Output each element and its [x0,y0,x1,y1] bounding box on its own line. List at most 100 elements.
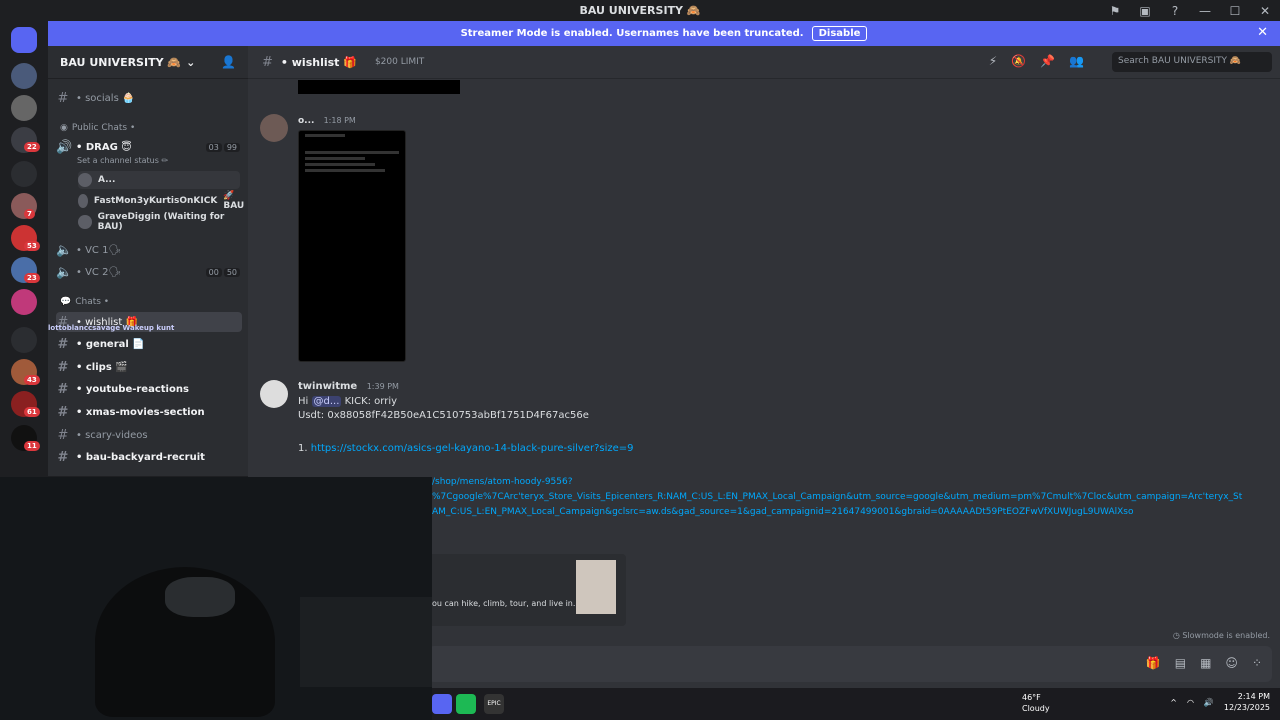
disable-button[interactable]: Disable [811,26,868,41]
minimize-button[interactable]: — [1190,4,1220,18]
channel-topic[interactable]: $200 LIMIT [375,57,424,67]
screen-icon[interactable]: ▣ [1130,4,1160,18]
search-input[interactable]: Search BAU UNIVERSITY 🙈 [1112,52,1272,72]
count: 50 [223,268,240,277]
close-button[interactable]: ✕ [1250,4,1280,18]
system-tray: ^ ◠ 🔊 2:14 PM 12/23/2025 [1170,691,1270,713]
channel-general[interactable]: # • general 📄 [56,334,242,354]
server-header[interactable]: BAU UNIVERSITY 🙈 ⌄ 👤 [48,46,248,79]
category-label: Chats • [75,297,110,307]
link[interactable]: AM_C:US_L:EN_PMAX_Local_Campaign&gclsrc=… [432,507,1134,517]
app-taskbar-icon[interactable] [456,694,476,714]
channel-bau-backyard[interactable]: # • bau-backyard-recruit [56,447,242,467]
sticker-icon[interactable]: ▦ [1200,656,1211,670]
weather-condition: Cloudy [1022,704,1050,713]
message-input[interactable]: 🎁 ▤ ▦ ☺ ⁘ [428,646,1272,682]
help-icon[interactable]: ? [1160,4,1190,18]
hash-icon: # [57,404,69,420]
header-icons: ⚡ 🔕 📌 👥 [989,54,1084,68]
avatar[interactable] [260,114,288,142]
server-icon[interactable] [11,63,37,89]
server-icon[interactable] [11,95,37,121]
link[interactable]: %7Cgoogle%7CArc'teryx_Store_Visits_Epice… [432,492,1242,502]
members-icon[interactable]: 👥 [1069,54,1084,68]
threads-icon[interactable]: ⚡ [989,54,997,68]
channel-label: • clips 🎬 [76,361,128,373]
hash-icon: # [57,427,69,443]
line [305,157,365,160]
emoji-icon[interactable]: ☺ [1225,656,1238,670]
discord-taskbar-icon[interactable] [432,694,452,714]
unread-badge: 22 [24,142,40,152]
speaker-icon: 🔈 [56,242,73,258]
category-chats[interactable]: 💬 Chats • [60,297,109,307]
channel-clips[interactable]: # • clips 🎬 [56,357,242,377]
channel-label: • bau-backyard-recruit [76,451,205,463]
count: 99 [223,143,240,152]
background-shape [300,597,432,687]
count: 00 [205,268,222,277]
wifi-icon[interactable]: ◠ [1187,698,1194,707]
unread-badge: 61 [24,407,40,417]
server-name: BAU UNIVERSITY 🙈 [60,55,182,69]
speaker-icon: 🔊 [56,139,73,155]
home-icon[interactable] [11,27,37,53]
voice-count: 00 50 [205,268,240,277]
message-line: 1. https://stockx.com/asics-gel-kayano-1… [298,443,634,454]
chevron-up-icon[interactable]: ^ [1170,698,1177,707]
typing-indicator: lottoblanccsavage Wakeup kunt [48,324,175,332]
mute-icon[interactable]: 🔕 [1011,54,1026,68]
channel-youtube-reactions[interactable]: # • youtube-reactions [56,379,242,399]
channel-scary-videos[interactable]: # • scary-videos [56,425,242,445]
avatar[interactable] [260,380,288,408]
channel-status[interactable]: Set a channel status ✏ [77,156,168,165]
gift-icon[interactable]: 🎁 [1146,656,1161,670]
line [305,169,385,172]
epic-games-icon[interactable]: EPIC [484,694,504,714]
unread-badge: 53 [24,241,40,251]
inbox-icon[interactable]: ⚑ [1100,4,1130,18]
hash-icon: # [262,54,273,70]
date: 12/23/2025 [1223,703,1270,712]
link[interactable]: https://stockx.com/asics-gel-kayano-14-b… [311,443,634,454]
weather-widget[interactable]: 46°F Cloudy [1022,692,1050,714]
pin-icon[interactable]: 📌 [1040,54,1055,68]
link-embed[interactable]: ou can hike, climb, tour, and live in. [428,554,626,626]
hash-icon: # [57,359,69,375]
close-banner-icon[interactable]: ✕ [1257,25,1268,40]
slowmode-text: Slowmode is enabled. [1182,631,1270,640]
screenshot-attachment[interactable] [298,130,406,362]
channel-socials[interactable]: # • socials 🧁 [56,88,242,108]
message-line: Usdt: 0x88058fF42B50eA1C510753abBf1751D4… [298,410,589,421]
folder-icon[interactable] [11,327,37,353]
add-member-icon[interactable]: 👤 [221,55,236,69]
image-attachment[interactable] [298,80,460,94]
voice-user[interactable]: GraveDiggin (Waiting for BAU) [78,212,248,232]
message-author[interactable]: twinwitme 1:39 PM [298,381,399,392]
category-public-chats[interactable]: ◉ Public Chats • [60,123,135,133]
embed-thumbnail[interactable] [576,560,616,614]
link[interactable]: /shop/mens/atom-hoody-9556? [432,477,573,487]
gif-icon[interactable]: ▤ [1175,656,1186,670]
author-name: o... [298,116,315,126]
message-author[interactable]: o... 1:18 PM [298,116,356,126]
maximize-button[interactable]: ☐ [1220,4,1250,18]
text: KICK: orriy [344,396,398,407]
voice-user[interactable]: A... [78,171,240,189]
author-name: twinwitme [298,381,358,392]
voice-channel-vc1[interactable]: 🔈 • VC 1🗣 [56,240,242,260]
folder-icon[interactable] [11,161,37,187]
voice-user-name: A... [98,175,116,185]
clock[interactable]: 2:14 PM 12/23/2025 [1224,691,1270,713]
voice-user[interactable]: FastMon3yKurtisOnKICK 🚀 BAU [78,191,248,211]
slowmode-notice: ◷ Slowmode is enabled. [1173,631,1270,640]
channel-xmas-movies[interactable]: # • xmas-movies-section [56,402,242,422]
channel-label: • VC 2🗣 [76,266,122,278]
apps-icon[interactable]: ⁘ [1252,656,1262,670]
volume-icon[interactable]: 🔊 [1204,698,1214,707]
embed-description: ou can hike, climb, tour, and live in. [432,599,576,608]
server-icon[interactable] [11,289,37,315]
taskbar: EPIC 46°F Cloudy ^ ◠ 🔊 2:14 PM 12/23/202… [432,688,1280,720]
user-mention[interactable]: @d... [311,396,342,407]
timestamp: 1:39 PM [366,382,399,391]
